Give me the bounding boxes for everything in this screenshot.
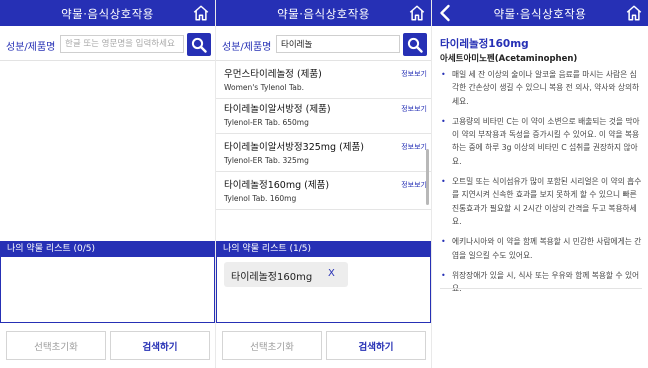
result-item[interactable]: 타이레놀정160mg (제품) Tylenol Tab. 160mg 정보보기	[216, 172, 431, 210]
result-english-name: Tylenol-ER Tab. 325mg	[224, 156, 309, 165]
view-info-link[interactable]: 정보보기	[401, 142, 427, 152]
screen-search-empty: 약물·음식상호작용 성분/제품명 나의 약물 리스트 (0/5) 선택초기화 검…	[0, 0, 215, 368]
interaction-text: 매일 세 잔 이상의 술이나 알코올 음료를 마시는 사람은 심각한 간손상이 …	[452, 70, 640, 106]
home-icon[interactable]	[625, 4, 643, 22]
remove-drug-button[interactable]: X	[328, 268, 335, 279]
view-info-link[interactable]: 정보보기	[401, 69, 427, 79]
result-name: 타이레놀이알서방정325mg (제품)	[224, 142, 364, 153]
interaction-item: • 에키나시아와 이 약을 함께 복용할 시 민감한 사람에게는 간염을 일으킬 …	[440, 235, 642, 262]
interaction-list: • 매일 세 잔 이상의 술이나 알코올 음료를 마시는 사람은 심각한 간손상이…	[440, 68, 642, 302]
reset-selection-button[interactable]: 선택초기화	[222, 331, 322, 360]
top-bar: 약물·음식상호작용	[216, 0, 431, 26]
interaction-item: • 매일 세 잔 이상의 술이나 알코올 음료를 마시는 사람은 심각한 간손상이…	[440, 68, 642, 108]
interaction-item: • 고용량의 비타민 C는 이 약이 소변으로 배출되는 것을 막아 이 약의 부…	[440, 115, 642, 168]
search-submit-button[interactable]: 검색하기	[110, 331, 210, 360]
interaction-text: 위장장애가 있을 시, 식사 또는 우유와 함께 복용할 수 있어요.	[452, 270, 640, 293]
home-icon[interactable]	[408, 4, 426, 22]
result-name: 우먼스타이레놀정 (제품)	[224, 69, 322, 80]
my-drug-list	[0, 257, 215, 323]
result-english-name: Women's Tylenol Tab.	[224, 83, 305, 92]
interaction-text: 오트밀 또는 식이섬유가 많이 포함된 시리얼은 이 약의 흡수를 지연시켜 신…	[452, 177, 642, 226]
result-name: 타이레놀이알서방정 (제품)	[224, 104, 331, 115]
page-title: 약물·음식상호작용	[493, 7, 587, 21]
drug-title: 타이레놀정160mg	[440, 38, 529, 50]
bullet-icon: •	[441, 177, 446, 187]
bullet-icon: •	[441, 70, 446, 79]
interaction-text: 고용량의 비타민 C는 이 약이 소변으로 배출되는 것을 막아 이 약의 부작…	[452, 116, 640, 166]
ingredient-name: 아세트아미노펜(Acetaminophen)	[440, 54, 578, 64]
top-bar: 약물·음식상호작용	[0, 0, 215, 26]
interaction-item: • 위장장애가 있을 시, 식사 또는 우유와 함께 복용할 수 있어요.	[440, 269, 642, 296]
divider	[440, 288, 642, 289]
my-drug-list: 타이레놀정160mg X	[216, 257, 431, 323]
search-button[interactable]	[403, 33, 427, 56]
interaction-text: 에키나시아와 이 약을 함께 복용할 시 민감한 사람에게는 간염을 일으킬 수…	[452, 237, 642, 260]
divider	[0, 60, 215, 61]
search-row: 성분/제품명	[216, 30, 431, 58]
my-drug-list-header: 나의 약물 리스트 (1/5)	[216, 241, 431, 257]
search-label: 성분/제품명	[222, 42, 272, 53]
search-icon	[191, 37, 207, 53]
bullet-icon: •	[441, 116, 446, 126]
action-buttons: 선택초기화 검색하기	[0, 331, 215, 361]
search-submit-button[interactable]: 검색하기	[326, 331, 426, 360]
bullet-icon: •	[441, 237, 446, 247]
page-title: 약물·음식상호작용	[61, 7, 154, 21]
search-button[interactable]	[187, 33, 211, 56]
top-bar: 약물·음식상호작용	[432, 0, 648, 26]
search-results-list: 우먼스타이레놀정 (제품) Women's Tylenol Tab. 정보보기 …	[216, 61, 431, 239]
result-item[interactable]: 타이레놀이알서방정325mg (제품) Tylenol-ER Tab. 325m…	[216, 134, 431, 172]
search-input[interactable]	[60, 35, 184, 53]
bullet-icon: •	[441, 270, 446, 280]
page-title: 약물·음식상호작용	[277, 7, 370, 21]
my-drug-list-header: 나의 약물 리스트 (0/5)	[0, 241, 215, 257]
scrollbar-thumb[interactable]	[426, 149, 429, 205]
view-info-link[interactable]: 정보보기	[401, 180, 427, 190]
search-label: 성분/제품명	[6, 42, 56, 53]
screen-search-results: 약물·음식상호작용 성분/제품명 우먼스타이레놀정 (제품) Women's T…	[216, 0, 431, 368]
home-icon[interactable]	[192, 4, 210, 22]
result-item[interactable]: 타이레놀이알서방정 (제품) Tylenol-ER Tab. 650mg 정보보…	[216, 96, 431, 134]
result-item[interactable]: 우먼스타이레놀정 (제품) Women's Tylenol Tab. 정보보기	[216, 61, 431, 99]
view-info-link[interactable]: 정보보기	[401, 104, 427, 114]
result-english-name: Tylenol Tab. 160mg	[224, 194, 297, 203]
search-row: 성분/제품명	[0, 30, 215, 58]
interaction-item: • 오트밀 또는 식이섬유가 많이 포함된 시리얼은 이 약의 흡수를 지연시켜 …	[440, 175, 642, 228]
selected-drug-chip: 타이레놀정160mg X	[224, 262, 348, 287]
screen-drug-detail: 약물·음식상호작용 타이레놀정160mg 아세트아미노펜(Acetaminoph…	[432, 0, 648, 368]
action-buttons: 선택초기화 검색하기	[216, 331, 431, 361]
result-english-name: Tylenol-ER Tab. 650mg	[224, 118, 309, 127]
reset-selection-button[interactable]: 선택초기화	[6, 331, 106, 360]
search-input[interactable]	[276, 35, 400, 53]
search-icon	[407, 37, 423, 53]
selected-drug-name: 타이레놀정160mg	[231, 272, 313, 283]
result-name: 타이레놀정160mg (제품)	[224, 180, 330, 191]
